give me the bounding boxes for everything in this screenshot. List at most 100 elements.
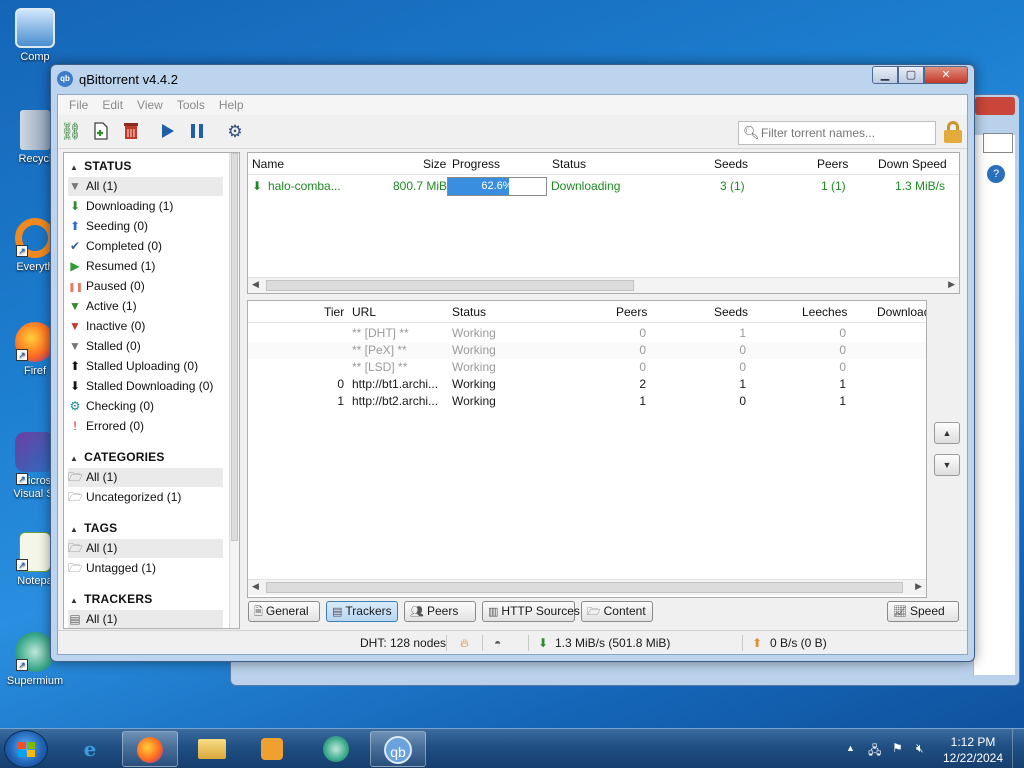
- tag-item-untagged[interactable]: 🗁 Untagged (1): [68, 559, 223, 578]
- tracker-row[interactable]: 0 http://bt1.archi... Working 2 1 1: [248, 376, 926, 393]
- torrent-list-hscrollbar[interactable]: ◀ ▶: [248, 277, 959, 293]
- file-explorer-icon[interactable]: [184, 731, 240, 767]
- status-filter-item[interactable]: ! Errored (0): [68, 417, 223, 436]
- status-filter-label: Stalled (0): [86, 339, 141, 353]
- category-item-all[interactable]: 🗁 All (1): [68, 468, 223, 487]
- upload-speed[interactable]: 0 B/s (0 B): [770, 636, 827, 650]
- sidebar-scrollbar[interactable]: [229, 153, 239, 628]
- scroll-left-arrow-icon[interactable]: ◀: [252, 279, 259, 290]
- tab-content[interactable]: 🗁 Content: [581, 601, 653, 622]
- tracker-item-all[interactable]: ▤ All (1): [68, 610, 223, 628]
- status-filter-item[interactable]: ✔ Completed (0): [68, 237, 223, 256]
- tab-general[interactable]: 🗎 General: [248, 601, 320, 622]
- column-tracker-seeds[interactable]: Seeds: [714, 305, 748, 319]
- column-name[interactable]: Name: [252, 157, 284, 171]
- categories-section-header[interactable]: ▲ CATEGORIES: [70, 450, 165, 464]
- download-speed[interactable]: 1.3 MiB/s (501.8 MiB): [555, 636, 670, 650]
- settings-gear-icon[interactable]: ⚙: [224, 121, 246, 143]
- network-icon[interactable]: 🖧︎: [868, 741, 881, 762]
- status-bar: DHT: 128 nodes 🔥︎ ◓ ⬇ 1.3 MiB/s (501.8 M…: [58, 630, 967, 654]
- desktop-icon-computer[interactable]: Comp: [4, 8, 66, 63]
- clock[interactable]: 1:12 PM 12/22/2024: [940, 734, 1006, 766]
- status-filter-item[interactable]: ⬆ Seeding (0): [68, 217, 223, 236]
- scroll-right-arrow-icon[interactable]: ▶: [948, 279, 955, 290]
- resume-icon[interactable]: [156, 121, 178, 143]
- sidebar-scroll-thumb[interactable]: [231, 153, 238, 541]
- torrent-row[interactable]: ⬇ halo-comba... 800.7 MiB 62.6% Download…: [248, 175, 959, 197]
- start-button[interactable]: [4, 730, 48, 768]
- category-item-uncategorized[interactable]: 🗁 Uncategorized (1): [68, 488, 223, 507]
- column-status[interactable]: Status: [552, 157, 586, 171]
- scroll-right-arrow-icon[interactable]: ▶: [915, 581, 922, 592]
- connection-status-icon[interactable]: 🔥︎: [460, 636, 469, 651]
- column-url[interactable]: URL: [352, 305, 376, 319]
- tracker-row[interactable]: ** [LSD] ** Working 0 0 0: [248, 359, 926, 376]
- column-down-speed[interactable]: Down Speed: [878, 157, 947, 171]
- torrent-list-scroll-thumb[interactable]: [266, 280, 634, 291]
- column-download[interactable]: Download: [877, 305, 926, 319]
- column-seeds[interactable]: Seeds: [714, 157, 748, 171]
- lock-icon[interactable]: [942, 120, 964, 144]
- column-tier[interactable]: Tier: [324, 305, 344, 319]
- show-hidden-icons-icon[interactable]: ▲: [846, 743, 855, 753]
- filter-torrents-input[interactable]: [761, 125, 931, 141]
- internet-explorer-icon[interactable]: e: [62, 731, 118, 767]
- tracker-list-hscrollbar[interactable]: ◀ ▶: [248, 579, 926, 595]
- status-filter-item[interactable]: ▶ Resumed (1): [68, 257, 223, 276]
- menu-help[interactable]: Help: [212, 98, 251, 112]
- status-section-header[interactable]: ▲ STATUS: [70, 159, 132, 173]
- status-filter-item[interactable]: ⬆ Stalled Uploading (0): [68, 357, 223, 376]
- folder-icon: 🗁: [587, 606, 601, 618]
- supermium-taskbar-icon[interactable]: [308, 731, 364, 767]
- tracker-row[interactable]: 1 http://bt2.archi... Working 1 0 1: [248, 393, 926, 410]
- status-filter-item[interactable]: ▼ Inactive (0): [68, 317, 223, 336]
- column-tracker-status[interactable]: Status: [452, 305, 486, 319]
- move-tracker-down-button[interactable]: ▼: [934, 454, 960, 476]
- speed-button[interactable]: 📈︎ Speed: [887, 601, 959, 622]
- status-filter-item[interactable]: ❚❚ Paused (0): [68, 277, 223, 296]
- title-bar[interactable]: qb qBittorrent v4.4.2 ▁ ▢ ✕: [51, 65, 974, 93]
- tab-trackers[interactable]: ▤ Trackers: [326, 601, 398, 622]
- action-center-flag-icon[interactable]: ⚑: [892, 741, 903, 755]
- tracker-list-scroll-thumb[interactable]: [266, 582, 903, 593]
- tag-item-all[interactable]: 🗁 All (1): [68, 539, 223, 558]
- tracker-row[interactable]: ** [PeX] ** Working 0 0 0: [248, 342, 926, 359]
- pause-icon[interactable]: [186, 121, 208, 143]
- menu-view[interactable]: View: [130, 98, 170, 112]
- firefox-taskbar-icon[interactable]: [122, 731, 178, 767]
- minimize-button[interactable]: ▁: [872, 66, 898, 84]
- scroll-left-arrow-icon[interactable]: ◀: [252, 581, 259, 592]
- add-torrent-file-icon[interactable]: [90, 121, 112, 143]
- show-desktop-button[interactable]: [1012, 729, 1024, 768]
- background-window-close-button[interactable]: [975, 97, 1015, 115]
- status-filter-item[interactable]: ⚙ Checking (0): [68, 397, 223, 416]
- tags-section-header[interactable]: ▲ TAGS: [70, 521, 117, 535]
- status-filter-item[interactable]: ▼ Stalled (0): [68, 337, 223, 356]
- media-player-icon[interactable]: [244, 731, 300, 767]
- menu-edit[interactable]: Edit: [95, 98, 130, 112]
- delete-icon[interactable]: [120, 121, 142, 143]
- help-icon[interactable]: ?: [987, 165, 1005, 183]
- status-filter-item[interactable]: ▼ Active (1): [68, 297, 223, 316]
- trackers-section-header[interactable]: ▲ TRACKERS: [70, 592, 152, 606]
- status-filter-item[interactable]: ⬇ Downloading (1): [68, 197, 223, 216]
- tracker-row[interactable]: ** [DHT] ** Working 0 1 0: [248, 325, 926, 342]
- column-tracker-peers[interactable]: Peers: [616, 305, 647, 319]
- menu-file[interactable]: File: [62, 98, 95, 112]
- status-filter-item[interactable]: ⬇ Stalled Downloading (0): [68, 377, 223, 396]
- close-button[interactable]: ✕: [924, 66, 968, 84]
- tab-http-sources[interactable]: ▥ HTTP Sources: [482, 601, 580, 622]
- status-filter-item[interactable]: ▼ All (1): [68, 177, 223, 196]
- column-progress[interactable]: Progress: [452, 157, 500, 171]
- maximize-button[interactable]: ▢: [898, 66, 924, 84]
- qbittorrent-taskbar-icon[interactable]: qb: [370, 731, 426, 767]
- add-torrent-link-icon[interactable]: ⛓: [60, 121, 82, 143]
- tab-peers[interactable]: 👥︎ Peers: [404, 601, 476, 622]
- column-size[interactable]: Size: [423, 157, 446, 171]
- move-tracker-up-button[interactable]: ▲: [934, 422, 960, 444]
- column-leeches[interactable]: Leeches: [802, 305, 847, 319]
- column-peers[interactable]: Peers: [817, 157, 848, 171]
- speed-limit-gauge-icon[interactable]: ◓: [494, 636, 501, 650]
- volume-muted-icon[interactable]: 🔇︎: [916, 741, 924, 756]
- menu-tools[interactable]: Tools: [170, 98, 212, 112]
